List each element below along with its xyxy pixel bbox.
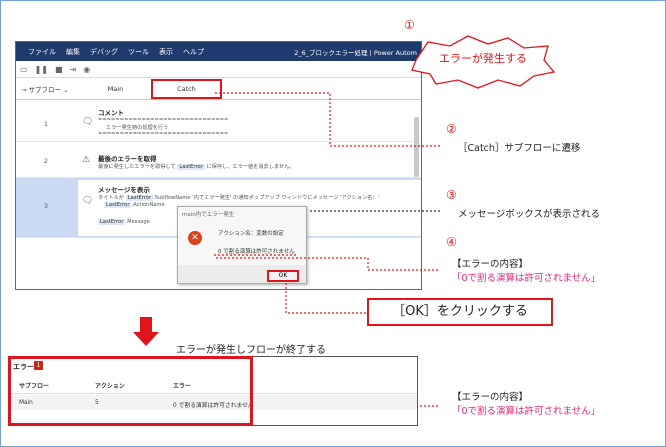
step-4-marker: ④	[446, 235, 457, 249]
down-arrow-icon	[133, 317, 159, 346]
note-error-text: 「0で割る演算は許可されません」	[452, 273, 601, 284]
flow-ends-label: エラーが発生しフローが終了する	[176, 345, 326, 356]
note-error-heading: 【エラーの内容】	[452, 259, 529, 270]
leader-ok	[285, 283, 367, 314]
note-panel-heading: 【エラーの内容】	[452, 392, 529, 403]
error-panel-highlight	[8, 356, 253, 426]
leader-catch	[215, 92, 440, 147]
note-message: メッセージボックスが表示される	[458, 209, 601, 220]
note-catch: ［Catch］サブフローに遷移	[458, 143, 581, 154]
leader-error	[216, 257, 440, 271]
note-panel-text: 「0で割る演算は許可されません」	[452, 406, 601, 417]
step-2-marker: ②	[446, 122, 457, 136]
step-3-marker: ③	[446, 188, 457, 202]
error-occurs-label: エラーが発生する	[439, 52, 527, 65]
click-ok-callout: ［OK］をクリックする	[367, 298, 553, 326]
step-1-marker: ①	[404, 18, 415, 32]
